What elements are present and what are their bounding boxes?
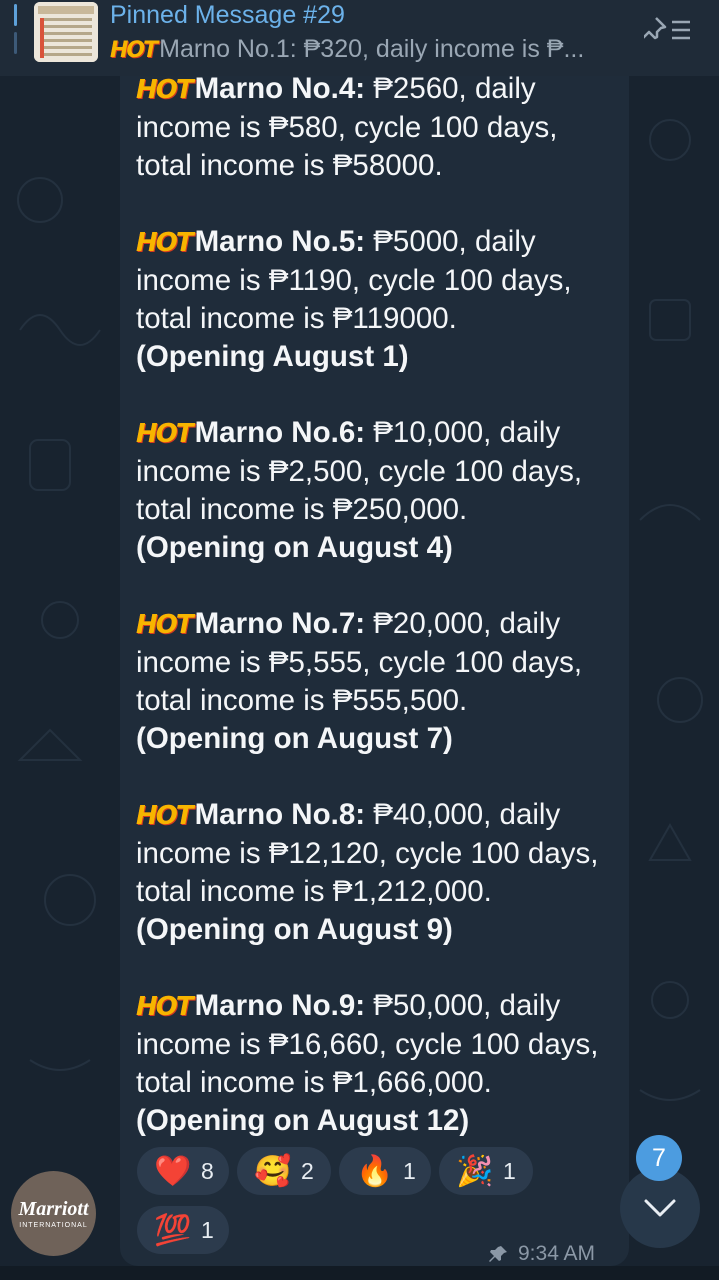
- message-text: HOT Marno No.4: ₱2560, daily income is ₱5…: [136, 70, 616, 1178]
- reaction-fire[interactable]: 🔥 1: [339, 1147, 431, 1195]
- reaction-party[interactable]: 🎉 1: [439, 1147, 533, 1195]
- plan-entry-5: HOT Marno No.5: ₱5000, daily income is ₱1…: [136, 223, 616, 376]
- hot-icon: HOT: [136, 992, 194, 1022]
- reaction-count: 2: [301, 1157, 314, 1184]
- pinned-message-bar[interactable]: Pinned Message #29 HOT Marno No.1: ₱320, …: [0, 0, 719, 76]
- bottom-strip: [0, 1266, 719, 1280]
- plan-name: Marno No.8:: [194, 798, 366, 831]
- plan-name: Marno No.4:: [194, 72, 366, 105]
- plan-opening: (Opening on August 7): [136, 722, 453, 755]
- reaction-count: 1: [503, 1157, 516, 1184]
- pinned-list-button[interactable]: [642, 12, 694, 48]
- avatar-sub: INTERNATIONAL: [19, 1222, 88, 1229]
- time-label: 9:34 AM: [518, 1242, 596, 1265]
- plan-entry-6: HOT Marno No.6: ₱10,000, daily income is …: [136, 414, 616, 567]
- reaction-hundred[interactable]: 💯 1: [137, 1206, 229, 1254]
- party-popper-icon: 🎉: [456, 1154, 494, 1188]
- hot-icon: HOT: [136, 610, 194, 640]
- plan-name: Marno No.9:: [194, 989, 366, 1022]
- plan-opening: (Opening August 1): [136, 340, 409, 373]
- plan-name: Marno No.7:: [194, 607, 366, 640]
- pin-list-icon: [642, 17, 690, 40]
- message-timestamp: 9:34 AM: [488, 1242, 595, 1266]
- heart-icon: ❤️: [154, 1154, 192, 1188]
- plan-opening: (Opening on August 9): [136, 913, 453, 946]
- pinned-title: Pinned Message #29: [110, 1, 345, 29]
- hot-icon: HOT: [136, 801, 194, 831]
- pinned-preview-text: Marno No.1: ₱320, daily income is ₱...: [159, 35, 585, 63]
- reaction-count: 1: [201, 1216, 214, 1243]
- plan-name: Marno No.6:: [194, 416, 366, 449]
- pinned-indicator: [14, 4, 18, 60]
- reaction-heart[interactable]: ❤️ 8: [137, 1147, 229, 1195]
- plan-entry-4: HOT Marno No.4: ₱2560, daily income is ₱5…: [136, 70, 616, 185]
- hot-icon: HOT: [136, 75, 194, 105]
- reaction-smiling-hearts[interactable]: 🥰 2: [237, 1147, 331, 1195]
- smiling-hearts-icon: 🥰: [254, 1154, 292, 1188]
- sender-avatar[interactable]: Marriott INTERNATIONAL: [11, 1171, 96, 1256]
- thumbnail-image: [34, 2, 98, 62]
- avatar-brand: Marriott: [18, 1198, 89, 1220]
- plan-entry-8: HOT Marno No.8: ₱40,000, daily income is …: [136, 796, 616, 949]
- plan-entry-7: HOT Marno No.7: ₱20,000, daily income is …: [136, 605, 616, 758]
- unread-badge: 7: [636, 1135, 682, 1181]
- pin-icon: [489, 1246, 507, 1262]
- hot-icon: HOT: [136, 228, 194, 258]
- plan-name: Marno No.5:: [194, 225, 366, 258]
- reaction-count: 1: [403, 1157, 416, 1184]
- plan-opening: (Opening on August 12): [136, 1104, 470, 1137]
- plan-entry-9: HOT Marno No.9: ₱50,000, daily income is …: [136, 987, 616, 1140]
- fire-icon: 🔥: [356, 1154, 394, 1188]
- hot-icon: HOT: [136, 419, 194, 449]
- hot-icon: HOT: [110, 38, 158, 63]
- plan-opening: (Opening on August 4): [136, 531, 453, 564]
- chevron-down-icon: [644, 1199, 676, 1217]
- hundred-icon: 💯: [154, 1213, 192, 1247]
- pinned-thumbnail: [34, 2, 98, 62]
- pinned-preview: HOT Marno No.1: ₱320, daily income is ₱..…: [110, 34, 622, 66]
- reaction-count: 8: [201, 1157, 214, 1184]
